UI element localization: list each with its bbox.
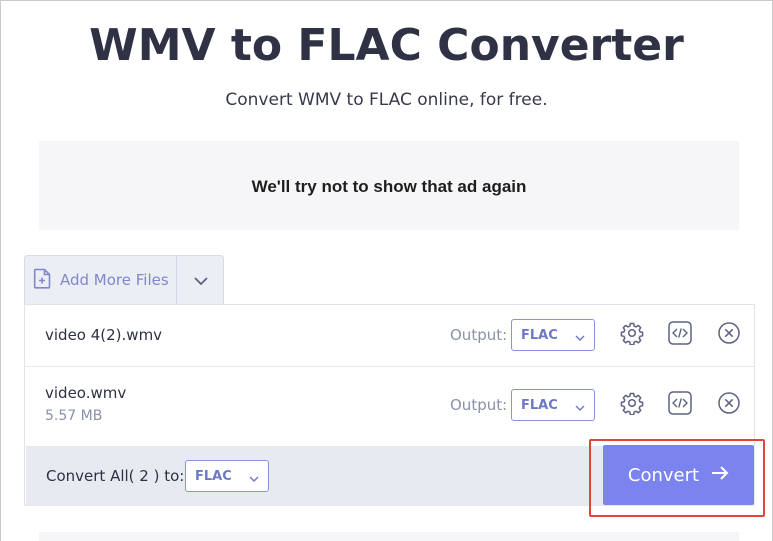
output-label: Output:	[450, 396, 508, 414]
file-name: video 4(2).wmv	[45, 326, 163, 344]
ad-placeholder: We'll try not to show that ad again	[39, 141, 739, 230]
page-subtitle: Convert WMV to FLAC online, for free.	[225, 90, 548, 110]
add-files-dropdown-button[interactable]	[177, 256, 224, 304]
settings-button[interactable]	[619, 322, 645, 348]
gear-icon	[620, 391, 644, 419]
output-format-select[interactable]: FLAC	[511, 389, 595, 421]
output-label: Output:	[450, 326, 508, 344]
remove-file-button[interactable]	[716, 392, 742, 418]
chevron-down-icon	[574, 329, 586, 348]
convert-all-label: Convert All( 2 ) to:	[46, 467, 185, 485]
ad-message: We'll try not to show that ad again	[251, 177, 527, 196]
file-plus-icon	[33, 268, 52, 293]
file-size: 5.57 MB	[45, 408, 103, 424]
file-row: video 4(2).wmv Output: FLAC	[25, 305, 754, 367]
gear-icon	[620, 321, 644, 349]
output-format-value: FLAC	[521, 327, 558, 343]
add-more-files-button[interactable]: Add More Files	[25, 256, 176, 304]
output-format-select[interactable]: FLAC	[511, 319, 595, 351]
embed-code-button[interactable]	[667, 320, 693, 350]
convert-all-format-value: FLAC	[195, 468, 232, 484]
add-more-files-label: Add More Files	[60, 271, 169, 289]
ad-placeholder-bottom	[39, 532, 739, 541]
arrow-right-icon	[711, 465, 729, 486]
convert-button[interactable]: Convert	[603, 445, 754, 505]
settings-button[interactable]	[619, 392, 645, 418]
close-icon	[717, 391, 741, 419]
convert-all-format-select[interactable]: FLAC	[185, 460, 269, 492]
output-format-value: FLAC	[521, 397, 558, 413]
remove-file-button[interactable]	[716, 322, 742, 348]
code-icon	[667, 390, 693, 420]
embed-code-button[interactable]	[667, 390, 693, 420]
file-name: video.wmv	[45, 384, 127, 402]
chevron-down-icon	[574, 399, 586, 418]
chevron-down-icon	[248, 470, 260, 489]
code-icon	[667, 320, 693, 350]
add-files-tab: Add More Files	[24, 255, 224, 304]
chevron-down-icon	[193, 271, 209, 290]
file-row: video.wmv 5.57 MB Output: FLAC	[25, 367, 754, 445]
close-icon	[717, 321, 741, 349]
convert-button-label: Convert	[627, 464, 700, 486]
page-title: WMV to FLAC Converter	[89, 20, 684, 71]
